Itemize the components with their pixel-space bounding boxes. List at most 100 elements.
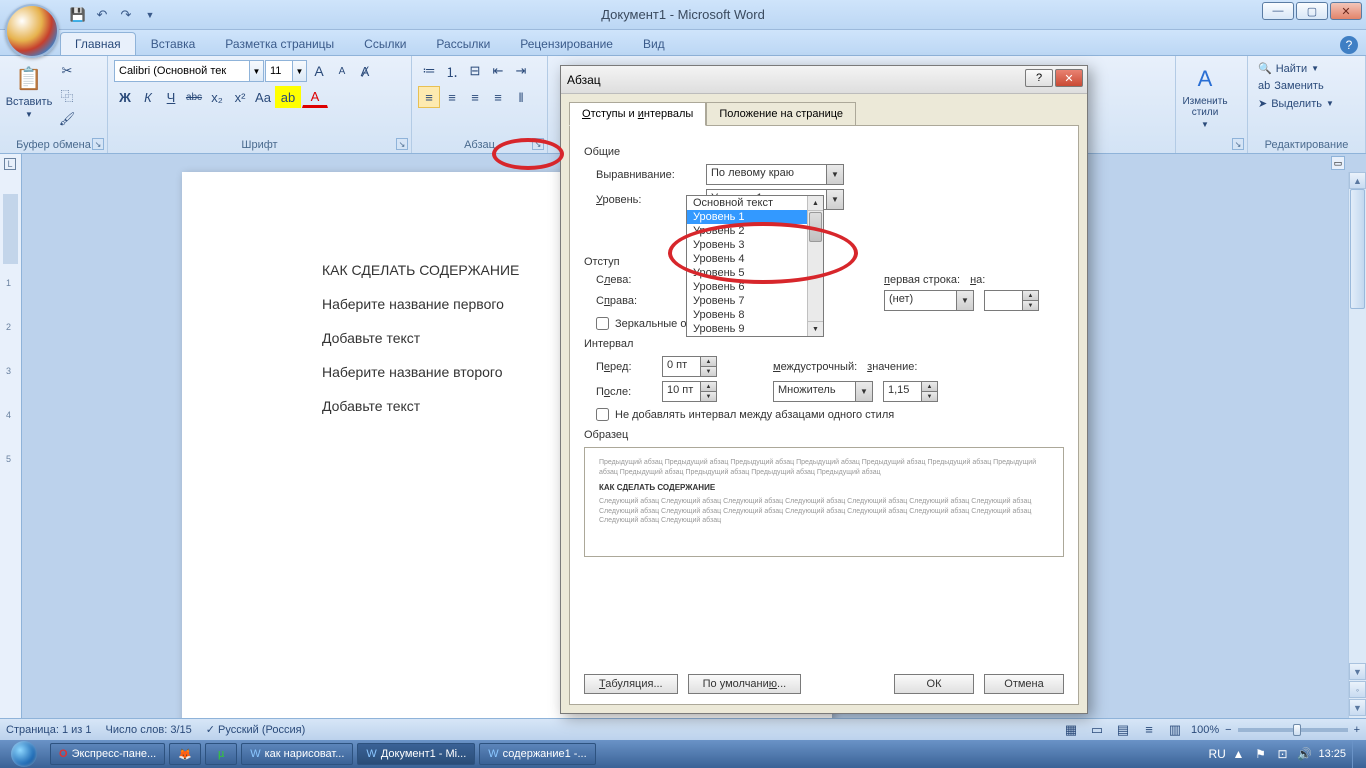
close-button[interactable]: ✕: [1330, 2, 1362, 20]
tab-home[interactable]: Главная: [60, 32, 136, 55]
help-button[interactable]: ?: [1340, 36, 1358, 54]
spin-up-icon[interactable]: ▲: [700, 382, 716, 392]
tab-review[interactable]: Рецензирование: [505, 32, 628, 55]
minimize-button[interactable]: —: [1262, 2, 1294, 20]
level-option[interactable]: Основной текст: [687, 196, 823, 210]
level-option[interactable]: Уровень 1: [687, 210, 823, 224]
task-firefox[interactable]: 🦊: [169, 743, 201, 765]
task-word-3[interactable]: Wсодержание1 -...: [479, 743, 595, 765]
view-outline-icon[interactable]: ≡: [1139, 722, 1159, 738]
scroll-thumb[interactable]: [1350, 189, 1365, 309]
clear-format-icon[interactable]: Ⱥ: [354, 60, 376, 82]
maximize-button[interactable]: ▢: [1296, 2, 1328, 20]
change-case-button[interactable]: Aa: [252, 86, 274, 108]
bold-button[interactable]: Ж: [114, 86, 136, 108]
zoom-out-button[interactable]: −: [1225, 724, 1231, 736]
zoom-in-button[interactable]: +: [1354, 724, 1360, 736]
dropdown-scrollbar[interactable]: ▲ ▼: [807, 196, 823, 336]
multilevel-icon[interactable]: ⊟: [464, 60, 486, 82]
tray-show-desktop[interactable]: [1352, 740, 1362, 768]
chevron-down-icon[interactable]: ▼: [956, 291, 973, 310]
tray-show-hidden-icon[interactable]: ▲: [1230, 747, 1246, 761]
office-button[interactable]: [5, 4, 59, 58]
tray-flag-icon[interactable]: ⚑: [1252, 747, 1268, 761]
zoom-percent[interactable]: 100%: [1191, 724, 1219, 736]
paste-button[interactable]: 📋 Вставить ▼: [6, 60, 52, 123]
tray-lang[interactable]: RU: [1208, 747, 1224, 761]
select-button[interactable]: ➤Выделить ▼: [1254, 95, 1338, 112]
cut-icon[interactable]: ✂: [56, 60, 78, 82]
spin-down-icon[interactable]: ▼: [921, 392, 937, 401]
vertical-ruler[interactable]: L 1 2 3 4 5: [0, 154, 22, 720]
prev-page-icon[interactable]: ◦: [1349, 681, 1366, 698]
task-word-2[interactable]: WДокумент1 - Mi...: [357, 743, 475, 765]
indent-dec-icon[interactable]: ⇤: [487, 60, 509, 82]
status-page[interactable]: Страница: 1 из 1: [6, 724, 92, 736]
chevron-down-icon[interactable]: ▼: [826, 190, 843, 209]
status-lang[interactable]: ✓ Русский (Россия): [206, 723, 306, 736]
clipboard-dialog-launcher[interactable]: ↘: [92, 138, 104, 150]
dialog-help-button[interactable]: ?: [1025, 69, 1053, 87]
tabs-button[interactable]: Табуляция...: [584, 674, 678, 694]
level-option[interactable]: Уровень 6: [687, 280, 823, 294]
qat-save-icon[interactable]: 💾: [68, 5, 88, 25]
view-web-icon[interactable]: ▤: [1113, 722, 1133, 738]
vertical-scrollbar[interactable]: ▲ ▼ ◦ ▼: [1348, 172, 1366, 720]
superscript-button[interactable]: x²: [229, 86, 251, 108]
tray-clock[interactable]: 13:25: [1318, 748, 1346, 760]
dropdown-scroll-thumb[interactable]: [809, 212, 822, 242]
task-utorrent[interactable]: µ: [205, 743, 237, 765]
mirror-checkbox[interactable]: [596, 317, 609, 330]
view-print-icon[interactable]: ▦: [1061, 722, 1081, 738]
zoom-thumb[interactable]: [1293, 724, 1301, 736]
qat-redo-icon[interactable]: ↷: [116, 5, 136, 25]
numbering-icon[interactable]: ⒈: [441, 60, 463, 82]
view-draft-icon[interactable]: ▥: [1165, 722, 1185, 738]
font-family-combo[interactable]: Calibri (Основной тек▼: [114, 60, 264, 82]
find-button[interactable]: 🔍Найти ▼: [1254, 60, 1323, 77]
task-word-1[interactable]: Wкак нарисоват...: [241, 743, 353, 765]
qat-undo-icon[interactable]: ↶: [92, 5, 112, 25]
strike-button[interactable]: abc: [183, 86, 205, 108]
level-option[interactable]: Уровень 8: [687, 308, 823, 322]
ok-button[interactable]: ОК: [894, 674, 974, 694]
chevron-down-icon[interactable]: ▼: [826, 165, 843, 184]
scroll-up-icon[interactable]: ▲: [1349, 172, 1366, 189]
tab-insert[interactable]: Вставка: [136, 32, 211, 55]
tab-references[interactable]: Ссылки: [349, 32, 421, 55]
tray-volume-icon[interactable]: 🔊: [1296, 747, 1312, 761]
tab-mailings[interactable]: Рассылки: [421, 32, 505, 55]
spin-up-icon[interactable]: ▲: [921, 382, 937, 392]
align-justify-button[interactable]: ≡: [487, 86, 509, 108]
next-page-icon[interactable]: ▼: [1349, 699, 1366, 716]
change-styles-button[interactable]: A Изменить стили ▼: [1182, 60, 1228, 133]
indent-inc-icon[interactable]: ⇥: [510, 60, 532, 82]
align-right-button[interactable]: ≡: [464, 86, 486, 108]
font-dialog-launcher[interactable]: ↘: [396, 138, 408, 150]
status-words[interactable]: Число слов: 3/15: [106, 724, 192, 736]
align-center-button[interactable]: ≡: [441, 86, 463, 108]
align-combo[interactable]: По левому краю ▼: [706, 164, 844, 185]
chevron-down-icon[interactable]: ▼: [855, 382, 872, 401]
replace-button[interactable]: abЗаменить: [1254, 78, 1328, 94]
level-option[interactable]: Уровень 9: [687, 322, 823, 336]
bullets-icon[interactable]: ≔: [418, 60, 440, 82]
tab-pagelayout[interactable]: Разметка страницы: [210, 32, 349, 55]
font-color-button[interactable]: A: [302, 86, 328, 108]
shrink-font-icon[interactable]: A: [331, 60, 353, 82]
dialog-tab-position[interactable]: Положение на странице: [706, 102, 856, 126]
spin-up-icon[interactable]: ▲: [700, 357, 716, 367]
scroll-down-icon[interactable]: ▼: [1349, 663, 1366, 680]
tray-network-icon[interactable]: ⊡: [1274, 747, 1290, 761]
spin-up-icon[interactable]: ▲: [1022, 291, 1038, 301]
font-size-combo[interactable]: 11▼: [265, 60, 307, 82]
qat-dropdown-icon[interactable]: ▼: [140, 5, 160, 25]
spin-down-icon[interactable]: ▼: [700, 367, 716, 376]
no-add-checkbox[interactable]: [596, 408, 609, 421]
align-left-button[interactable]: ≡: [418, 86, 440, 108]
spin-down-icon[interactable]: ▼: [1022, 301, 1038, 310]
copy-icon[interactable]: ⿻: [56, 84, 78, 106]
after-spinner[interactable]: 10 пт ▲▼: [662, 381, 717, 402]
before-spinner[interactable]: 0 пт ▲▼: [662, 356, 717, 377]
task-opera[interactable]: OЭкспресс-пане...: [50, 743, 165, 765]
